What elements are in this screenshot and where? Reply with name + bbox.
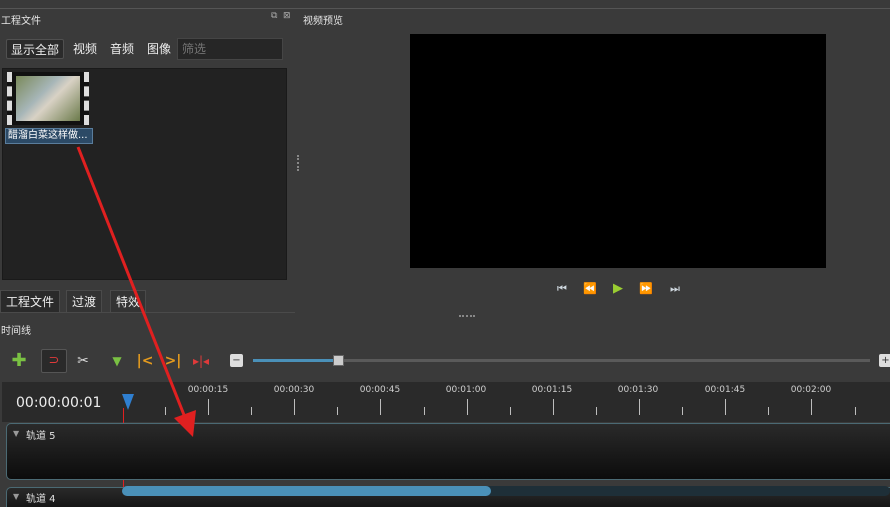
ruler-tick bbox=[467, 399, 468, 415]
ruler-tick bbox=[208, 399, 209, 415]
ruler-tick bbox=[725, 399, 726, 415]
timeline-scrollbar-thumb[interactable] bbox=[122, 486, 491, 496]
filter-image-button[interactable]: 图像 bbox=[143, 39, 175, 59]
zoom-slider-handle[interactable] bbox=[333, 355, 344, 366]
top-divider bbox=[0, 8, 890, 9]
ruler-tick bbox=[380, 399, 381, 415]
zoom-in-icon[interactable]: + bbox=[879, 354, 890, 367]
ruler-tick bbox=[596, 407, 597, 415]
zoom-out-icon[interactable]: − bbox=[230, 354, 243, 367]
ruler-tick bbox=[294, 399, 295, 415]
track-label: 轨道 5 bbox=[26, 431, 56, 442]
center-playhead-icon[interactable]: ▸|◂ bbox=[191, 351, 211, 371]
tab-transitions[interactable]: 过渡 bbox=[66, 290, 103, 312]
jump-end-icon[interactable]: ⏭ bbox=[667, 282, 683, 296]
ruler-tick bbox=[855, 407, 856, 415]
tab-effects[interactable]: 特效 bbox=[110, 290, 147, 312]
file-name-label: 醋溜白菜这样做... bbox=[5, 128, 93, 144]
play-icon[interactable]: ▶ bbox=[610, 282, 626, 296]
rewind-icon[interactable]: ⏪ bbox=[582, 282, 598, 296]
ruler-label: 00:01:45 bbox=[704, 385, 746, 395]
project-files-panel: 醋溜白菜这样做... bbox=[2, 68, 287, 280]
ruler-label: 00:00:30 bbox=[273, 385, 315, 395]
ruler-tick bbox=[768, 407, 769, 415]
dock-close-icon[interactable]: ⊠ bbox=[283, 11, 291, 21]
ruler-label: 00:01:30 bbox=[617, 385, 659, 395]
razor-scissors-icon[interactable]: ✂ bbox=[73, 351, 93, 371]
dock-float-icon[interactable]: ⧉ bbox=[271, 11, 277, 21]
tab-underline bbox=[0, 312, 295, 313]
video-preview-title: 视频预览 bbox=[303, 16, 343, 27]
splitter-handle[interactable] bbox=[297, 155, 299, 171]
project-files-title: 工程文件 bbox=[1, 16, 41, 27]
ruler-tick bbox=[337, 407, 338, 415]
add-track-icon[interactable]: ✚ bbox=[9, 351, 29, 371]
tab-project-files[interactable]: 工程文件 bbox=[0, 290, 61, 312]
timecode-display: 00:00:00:01 bbox=[16, 395, 102, 411]
ruler-tick bbox=[165, 407, 166, 415]
splitter-handle-horizontal[interactable] bbox=[459, 315, 475, 317]
ruler-label: 00:01:15 bbox=[531, 385, 573, 395]
ruler-label: 00:02:00 bbox=[790, 385, 832, 395]
fast-forward-icon[interactable]: ⏩ bbox=[638, 282, 654, 296]
ruler-tick bbox=[682, 407, 683, 415]
track-collapse-icon[interactable]: ▼ bbox=[13, 492, 19, 501]
ruler-tick bbox=[553, 399, 554, 415]
video-preview-screen[interactable] bbox=[410, 34, 826, 268]
zoom-slider-fill bbox=[253, 359, 337, 362]
filter-video-button[interactable]: 视频 bbox=[69, 39, 101, 59]
track-5[interactable]: ▼ 轨道 5 bbox=[6, 423, 890, 480]
ruler-tick bbox=[251, 407, 252, 415]
timeline-title: 时间线 bbox=[1, 326, 31, 337]
filter-audio-button[interactable]: 音频 bbox=[106, 39, 138, 59]
film-strip-icon bbox=[7, 72, 89, 125]
filter-show-all-button[interactable]: 显示全部 bbox=[6, 39, 65, 59]
ruler-tick bbox=[510, 407, 511, 415]
previous-marker-icon[interactable]: |< bbox=[135, 351, 155, 371]
ruler-tick bbox=[639, 399, 640, 415]
snap-magnet-icon[interactable]: ⊃ bbox=[41, 349, 67, 373]
ruler-label: 00:00:45 bbox=[359, 385, 401, 395]
ruler-tick bbox=[424, 407, 425, 415]
zoom-slider-track[interactable] bbox=[253, 359, 870, 362]
file-item[interactable]: 醋溜白菜这样做... bbox=[5, 72, 93, 144]
add-marker-icon[interactable]: ▼ bbox=[107, 351, 127, 371]
ruler-tick bbox=[811, 399, 812, 415]
jump-start-icon[interactable]: ⏮ bbox=[554, 282, 570, 296]
video-thumbnail bbox=[16, 76, 80, 121]
next-marker-icon[interactable]: >| bbox=[163, 351, 183, 371]
track-label: 轨道 4 bbox=[26, 494, 56, 505]
filter-search-input[interactable] bbox=[177, 38, 283, 60]
track-collapse-icon[interactable]: ▼ bbox=[13, 429, 19, 438]
ruler-label: 00:01:00 bbox=[445, 385, 487, 395]
ruler-label: 00:00:15 bbox=[187, 385, 229, 395]
